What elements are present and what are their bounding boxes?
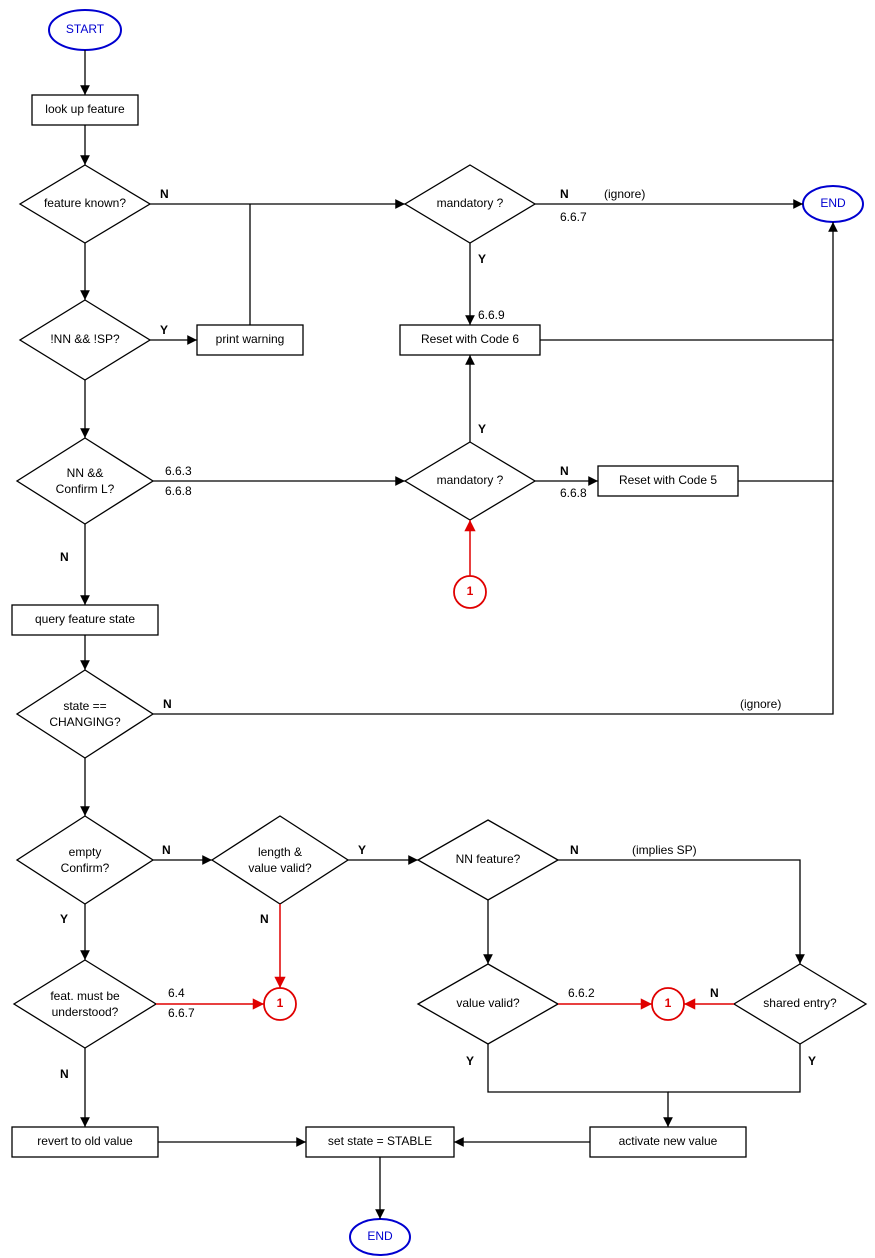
nn-confirm-text1: NN && [67,466,104,480]
set-state-stable-text: set state = STABLE [328,1134,432,1148]
edge-feat-ref2: 6.6.7 [168,1006,195,1020]
mandatory-top-text: mandatory ? [437,196,504,210]
edge-feat-n-lbl: N [60,1067,69,1081]
length-value-decision [212,816,348,904]
edge-mandtop-n-lbl: N [560,187,569,201]
edge-mandtop-ref: 6.6.7 [560,210,587,224]
reset-code-6-text: Reset with Code 6 [421,332,519,346]
nn-sp-text: !NN && !SP? [50,332,120,346]
flowchart: START END END look up feature print warn… [0,0,875,1258]
edge-reset5-end [738,340,833,481]
edge-nnf-implies: (implies SP) [632,843,697,857]
edge-shared-n-lbl: N [710,986,719,1000]
end-top-label: END [820,196,846,210]
nn-feature-text: NN feature? [456,852,521,866]
nn-confirm-text2: Confirm L? [56,482,115,496]
edge-nnf-n-shared [558,860,800,964]
value-valid-text: value valid? [456,996,520,1010]
feat-understood-decision [14,960,156,1048]
edge-reset6-end [540,222,833,340]
edge-empty-y-lbl: Y [60,912,68,926]
feature-known-text: feature known? [44,196,126,210]
state-changing-text2: CHANGING? [49,715,121,729]
edge-state-ignore: (ignore) [740,697,781,711]
edge-mandtop-ignore: (ignore) [604,187,645,201]
empty-confirm-text1: empty [69,845,102,859]
reset-code-5-text: Reset with Code 5 [619,473,717,487]
edge-val-ref: 6.6.2 [568,986,595,1000]
edge-feature-n-lbl: N [160,187,169,201]
connector-1a-text: 1 [467,584,474,598]
state-changing-text1: state == [63,699,106,713]
edge-nncl-ref2: 6.6.8 [165,484,192,498]
feat-understood-text2: understood? [52,1005,119,1019]
query-feature-state-text: query feature state [35,612,135,626]
empty-confirm-text2: Confirm? [61,861,110,875]
edge-state-n-lbl: N [163,697,172,711]
edge-empty-n-lbl: N [162,843,171,857]
edge-state-n-end [153,481,833,714]
edge-nnf-n-lbl: N [570,843,579,857]
edge-nncl-n-lbl: N [60,550,69,564]
edge-mandtop-y-lbl: Y [478,252,486,266]
mandatory-mid-text: mandatory ? [437,473,504,487]
end-bottom-label: END [367,1229,393,1243]
edge-val-y-lbl: Y [466,1054,474,1068]
edge-nnsp-y-lbl: Y [160,323,168,337]
edge-shared-y-lbl: Y [808,1054,816,1068]
edge-val-y-activate [488,1044,668,1127]
shared-entry-text: shared entry? [763,996,837,1010]
revert-old-value-text: revert to old value [37,1134,133,1148]
edge-shared-y-activate [668,1044,800,1092]
length-value-text1: length & [258,845,302,859]
length-value-text2: value valid? [248,861,312,875]
feat-understood-text1: feat. must be [50,989,120,1003]
start-label: START [66,22,105,36]
edge-nncl-ref1: 6.6.3 [165,464,192,478]
print-warning-text: print warning [216,332,285,346]
edge-len-y-lbl: Y [358,843,366,857]
connector-1c-text: 1 [665,996,672,1010]
edge-mandmid-y-lbl: Y [478,422,486,436]
connector-1b-text: 1 [277,996,284,1010]
edge-mandtop-669: 6.6.9 [478,308,505,322]
edge-mandmid-n-lbl: N [560,464,569,478]
state-changing-decision [17,670,153,758]
look-up-feature-text: look up feature [45,102,125,116]
empty-confirm-decision [17,816,153,904]
nn-confirm-decision [17,438,153,524]
edge-feat-ref1: 6.4 [168,986,185,1000]
edge-len-n-lbl: N [260,912,269,926]
edge-mandmid-ref: 6.6.8 [560,486,587,500]
activate-new-value-text: activate new value [619,1134,718,1148]
